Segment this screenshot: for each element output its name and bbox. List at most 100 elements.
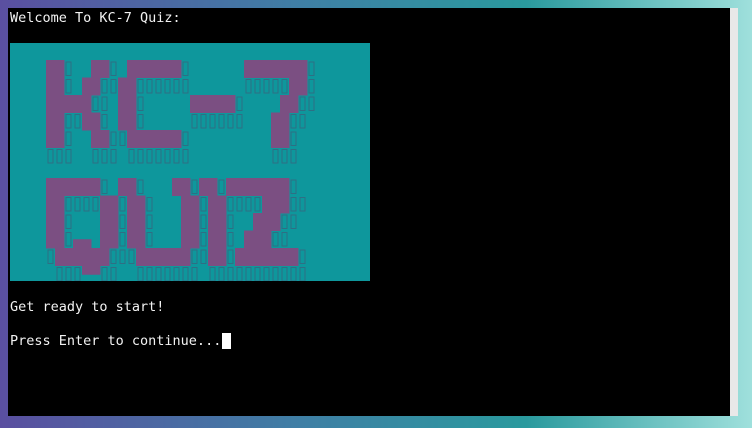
banner-shadow [227, 214, 234, 229]
banner-shadow [299, 249, 306, 264]
banner-block [271, 178, 281, 196]
banner-shadow [74, 197, 81, 212]
banner-shadow [146, 79, 153, 94]
banner-block [91, 178, 101, 196]
banner-shadow [281, 149, 288, 164]
banner-block [289, 77, 299, 96]
banner-shadow [272, 232, 279, 247]
banner-block [262, 230, 272, 249]
banner-shadow [164, 149, 171, 164]
banner-shadow [65, 232, 72, 247]
banner-block [226, 178, 236, 196]
banner-block [226, 95, 236, 113]
banner-block [199, 178, 209, 196]
banner-shadow [182, 61, 189, 76]
banner-shadow [272, 79, 279, 94]
banner-block [46, 178, 56, 196]
banner-block [91, 112, 101, 131]
banner-block [280, 60, 290, 78]
banner-block [262, 213, 272, 231]
banner-shadow [191, 267, 198, 281]
banner-shadow [200, 249, 207, 264]
banner-block [190, 195, 200, 214]
banner-block [181, 248, 191, 266]
banner-shadow [236, 114, 243, 129]
banner-block [289, 248, 299, 266]
banner-block [55, 77, 65, 96]
banner-shadow [110, 267, 117, 281]
banner-shadow [218, 114, 225, 129]
banner-block [73, 248, 83, 266]
banner-shadow [236, 96, 243, 111]
banner-shadow [47, 149, 54, 164]
banner-shadow [281, 79, 288, 94]
banner-shadow [128, 149, 135, 164]
banner-block [55, 178, 65, 196]
banner-block [244, 230, 254, 249]
prompt-line: Press Enter to continue... [10, 333, 232, 349]
banner-shadow [218, 179, 225, 194]
banner-block [73, 95, 83, 113]
banner-block [46, 130, 56, 148]
banner-block [118, 112, 128, 131]
banner-block [244, 60, 254, 78]
text-cursor [222, 333, 232, 349]
banner-block [91, 77, 101, 96]
banner-shadow [182, 267, 189, 281]
banner-block [208, 178, 218, 196]
banner-block [298, 60, 308, 78]
banner-shadow [200, 114, 207, 129]
banner-block [262, 248, 272, 266]
banner-block [172, 130, 182, 148]
banner-shadow [110, 131, 117, 146]
banner-block [127, 112, 137, 131]
banner-block [100, 248, 110, 266]
banner-shadow [74, 267, 81, 281]
welcome-line: Welcome To KC-7 Quiz: [10, 10, 181, 26]
banner-block [190, 230, 200, 249]
banner-block [55, 213, 65, 231]
banner-block [127, 60, 137, 78]
banner-block [46, 195, 56, 214]
banner-shadow [227, 249, 234, 264]
banner-block [109, 230, 119, 249]
scrollbar[interactable] [730, 8, 738, 416]
banner-block [208, 248, 218, 266]
banner-block [82, 248, 92, 266]
banner-block [46, 95, 56, 113]
banner-block [208, 95, 218, 113]
banner-shadow [191, 179, 198, 194]
banner-block [127, 95, 137, 113]
console-window[interactable]: Welcome To KC-7 Quiz: Get ready to start… [8, 8, 730, 416]
banner-graphic [46, 60, 315, 281]
banner-block [91, 60, 101, 78]
banner-block [217, 95, 227, 113]
banner-shadow [245, 267, 252, 281]
banner-block [190, 95, 200, 113]
banner-shadow [254, 79, 261, 94]
banner-shadow [281, 214, 288, 229]
banner-block [145, 248, 155, 266]
banner-block [109, 195, 119, 214]
banner-shadow [137, 114, 144, 129]
banner-block [253, 230, 263, 249]
banner-block [244, 248, 254, 266]
banner-shadow [65, 214, 72, 229]
banner-block [136, 60, 146, 78]
banner-shadow [137, 267, 144, 281]
banner-block [280, 95, 290, 113]
banner-block [136, 248, 146, 266]
banner-block [217, 248, 227, 266]
banner-shadow [299, 197, 306, 212]
banner-block [163, 130, 173, 148]
banner-block [100, 195, 110, 214]
banner-shadow [290, 114, 297, 129]
banner-shadow [137, 179, 144, 194]
banner-shadow [101, 267, 108, 281]
banner-block [118, 95, 128, 113]
banner-shadow [209, 114, 216, 129]
banner-block [46, 77, 56, 96]
banner-shadow [65, 131, 72, 146]
banner-shadow [182, 149, 189, 164]
continue-prompt: Press Enter to continue... [10, 333, 222, 349]
